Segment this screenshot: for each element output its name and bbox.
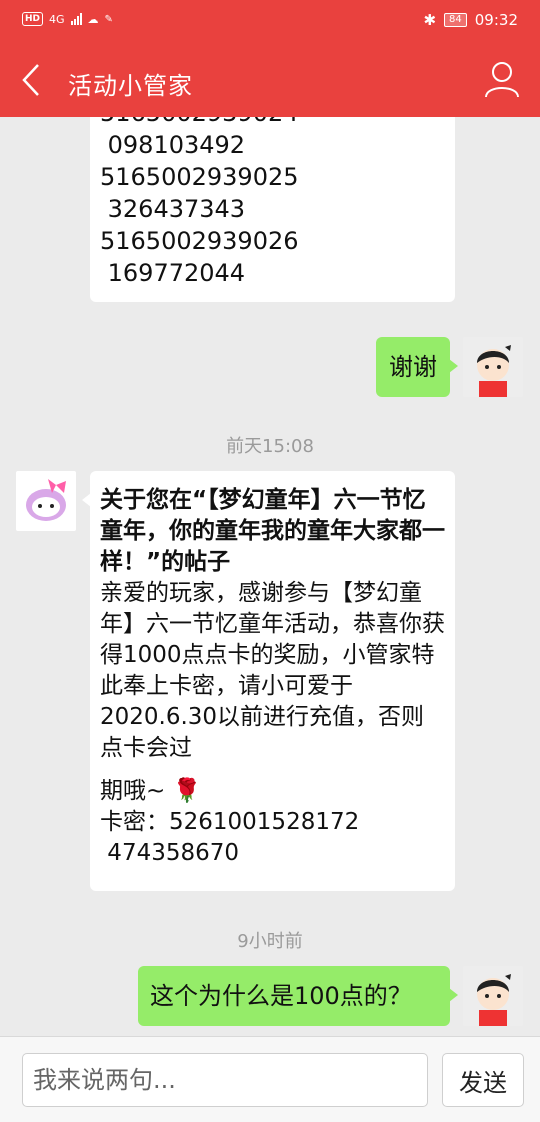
input-bar: 发送 [0, 1036, 540, 1122]
code-line: 326437343 [100, 195, 246, 223]
codes-list: 5165002939024 098103492 5165002939025 32… [90, 117, 455, 289]
status-left: HD 4G ☁ ✎ [22, 12, 113, 26]
notice-body: 亲爱的玩家，感谢参与【梦幻童年】六一节忆童年活动，恭喜你获得1000点点卡的奖励… [100, 580, 445, 761]
bluetooth-icon: ✱ [423, 11, 437, 29]
avatar[interactable] [463, 337, 523, 397]
avatar[interactable] [463, 966, 523, 1026]
code-line: 5165002939026 [100, 227, 299, 255]
notice-tail-text: 期哦~ [100, 778, 166, 804]
message-bubble-codes[interactable]: 5165002939024 098103492 5165002939025 32… [90, 117, 455, 302]
message-text: 谢谢 [389, 353, 437, 381]
message-bubble-question[interactable]: 这个为什么是100点的？ [138, 966, 458, 1026]
user-icon[interactable] [484, 60, 520, 98]
avatar[interactable] [16, 471, 76, 531]
page-title: 活动小管家 [68, 72, 193, 100]
message-text: 这个为什么是100点的？ [150, 982, 412, 1010]
timestamp: 前天15:08 [226, 436, 314, 457]
send-button[interactable]: 发送 [442, 1053, 524, 1107]
notice-title: 关于您在“【梦幻童年】六一节忆童年，你的童年我的童年大家都一样！”的帖子 [100, 487, 445, 575]
code-line: 5165002939025 [100, 163, 299, 191]
chat-area[interactable]: 5165002939024 098103492 5165002939025 32… [0, 117, 540, 1036]
message-bubble-notice[interactable]: 关于您在“【梦幻童年】六一节忆童年，你的童年我的童年大家都一样！”的帖子 亲爱的… [82, 471, 455, 891]
status-bar: HD 4G ☁ ✎ ✱ 84 09:32 [0, 0, 540, 44]
hd-badge: HD [22, 12, 44, 26]
notice-code-rest: 474358670 [100, 840, 240, 866]
rose-icon: 🌹 [172, 778, 202, 804]
status-right: ✱ 84 09:32 [423, 11, 518, 29]
network-label: 4G [49, 12, 65, 26]
battery-icon: 84 [444, 13, 467, 27]
cloud-icon: ☁ [87, 12, 99, 26]
notice-tail: 期哦~ 🌹 [100, 776, 445, 807]
app-header: 活动小管家 [0, 44, 540, 117]
clock: 09:32 [474, 11, 518, 29]
message-input[interactable] [22, 1053, 428, 1107]
notice-code: 卡密：5261001528172 [100, 809, 360, 835]
code-line: 098103492 [100, 131, 246, 159]
message-bubble-thanks[interactable]: 谢谢 [376, 337, 458, 397]
chevron-left-icon[interactable] [14, 60, 50, 100]
code-line: 5165002939024 [100, 117, 445, 129]
signal-icon [70, 13, 82, 25]
wechat-icon: ✎ [104, 13, 113, 25]
timestamp: 9小时前 [237, 931, 303, 952]
code-line: 169772044 [100, 259, 246, 287]
